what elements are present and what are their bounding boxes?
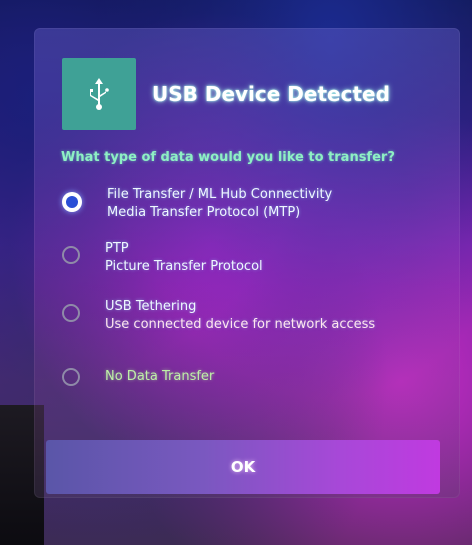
- ok-button[interactable]: OK: [46, 440, 440, 494]
- radio-no-data-transfer[interactable]: [62, 368, 80, 386]
- option-usb-tethering-description: Use connected device for network access: [105, 317, 376, 332]
- option-mtp-label: File Transfer / ML Hub Connectivity: [107, 187, 333, 202]
- option-no-data-transfer[interactable]: No Data Transfer: [62, 362, 214, 386]
- transfer-question: What type of data would you like to tran…: [61, 150, 395, 165]
- option-mtp[interactable]: File Transfer / ML Hub Connectivity Medi…: [62, 186, 332, 222]
- usb-dialog: USB Device Detected What type of data wo…: [34, 28, 460, 498]
- option-usb-tethering-label: USB Tethering: [105, 299, 197, 314]
- usb-icon: [62, 58, 136, 130]
- dialog-title: USB Device Detected: [152, 82, 390, 106]
- option-usb-tethering[interactable]: USB Tethering Use connected device for n…: [62, 298, 375, 334]
- radio-usb-tethering[interactable]: [62, 304, 80, 322]
- option-mtp-description: Media Transfer Protocol (MTP): [107, 205, 301, 220]
- option-no-data-transfer-label: No Data Transfer: [105, 369, 215, 384]
- radio-mtp[interactable]: [62, 192, 82, 212]
- option-ptp-label: PTP: [105, 241, 129, 256]
- option-ptp-description: Picture Transfer Protocol: [105, 259, 263, 274]
- dialog-header: USB Device Detected: [62, 58, 390, 130]
- radio-ptp[interactable]: [62, 246, 80, 264]
- option-ptp[interactable]: PTP Picture Transfer Protocol: [62, 240, 263, 276]
